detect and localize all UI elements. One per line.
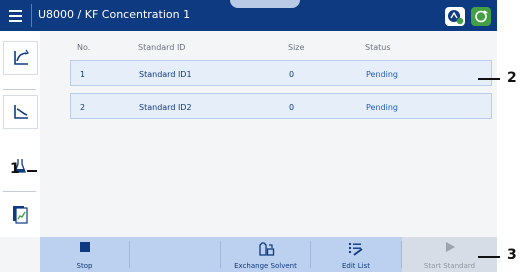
title-bar: U8000 / KF Concentration 1 (0, 0, 497, 31)
table-row[interactable]: 2 Standard ID2 0 Pending (70, 93, 492, 119)
instrument-status-icon (448, 10, 464, 25)
action-bar: Stop Exchange Solvent Edit List Start St… (40, 237, 497, 272)
stop-label: Stop (76, 262, 93, 270)
row-standard-id: Standard ID1 (139, 70, 192, 79)
callout-3: 3 (507, 247, 517, 263)
play-icon (445, 242, 455, 252)
report-icon (12, 206, 28, 224)
callout-2: 2 (507, 70, 517, 86)
app-frame: U8000 / KF Concentration 1 No. Standard … (0, 0, 497, 272)
column-header-status: Status (365, 43, 391, 52)
sidebar (0, 31, 40, 237)
instrument-status-button[interactable] (445, 7, 465, 26)
decline-chart-icon (13, 105, 28, 119)
exchange-solvent-label: Exchange Solvent (234, 262, 297, 270)
row-status: Pending (366, 70, 398, 79)
exchange-solvent-button[interactable]: Exchange Solvent (221, 237, 310, 272)
sidebar-divider (3, 191, 36, 192)
empty-action-slot (130, 237, 220, 272)
row-standard-id: Standard ID2 (139, 103, 192, 112)
pull-down-tab[interactable] (230, 0, 300, 8)
sidebar-item-curve[interactable] (3, 41, 38, 75)
title-divider (31, 4, 32, 27)
start-standard-button[interactable]: Start Standard (402, 237, 497, 272)
bottle-exchange-icon (258, 242, 274, 256)
callout-1: 1 (10, 161, 20, 177)
edit-list-icon (349, 243, 363, 256)
row-number: 1 (80, 70, 86, 79)
edit-list-button[interactable]: Edit List (311, 237, 401, 272)
sidebar-divider (3, 89, 36, 90)
sync-icon (475, 10, 488, 23)
menu-icon (9, 10, 22, 12)
table-row[interactable]: 1 Standard ID1 0 Pending (70, 60, 492, 86)
callout-3-line (478, 256, 500, 258)
callout-2-line (478, 78, 500, 80)
menu-icon-bar (9, 15, 22, 17)
row-number: 2 (80, 103, 86, 112)
edit-list-label: Edit List (341, 262, 371, 270)
row-status: Pending (366, 103, 398, 112)
table-header: No. Standard ID Size Status (67, 40, 497, 56)
standards-table: No. Standard ID Size Status 1 Standard I… (67, 40, 497, 237)
row-size: 0 (289, 70, 295, 79)
sidebar-item-report[interactable] (3, 198, 36, 230)
sync-status-button[interactable] (471, 7, 491, 26)
row-size: 0 (289, 103, 295, 112)
column-header-size: Size (288, 43, 305, 52)
column-header-standard-id: Standard ID (138, 43, 186, 52)
sidebar-item-decline[interactable] (3, 95, 38, 129)
curve-chart-icon (13, 49, 29, 65)
menu-button[interactable] (6, 6, 25, 25)
start-standard-label: Start Standard (423, 262, 476, 270)
page-title: U8000 / KF Concentration 1 (38, 8, 191, 21)
column-header-no: No. (77, 43, 91, 52)
menu-icon-bar (9, 20, 22, 22)
stop-button[interactable]: Stop (40, 237, 129, 272)
callout-1-line (27, 170, 37, 172)
stop-icon (79, 242, 90, 252)
